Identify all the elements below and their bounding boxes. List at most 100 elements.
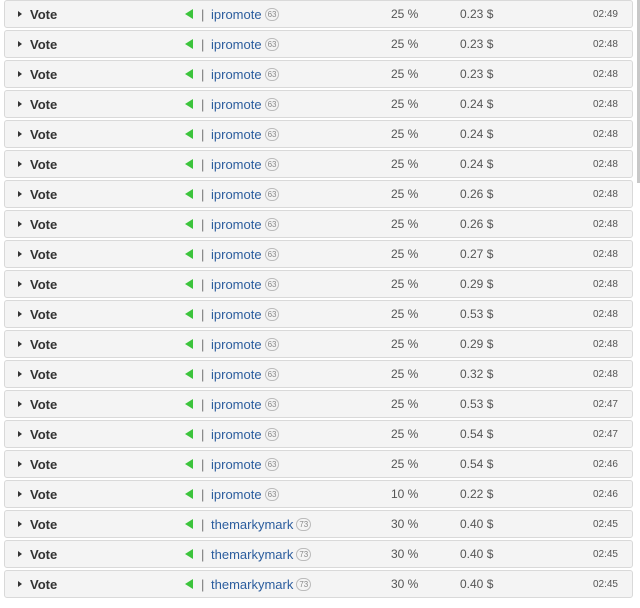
voter-link[interactable]: ipromote: [211, 481, 262, 508]
voter-link[interactable]: ipromote: [211, 1, 262, 28]
vote-row[interactable]: Vote | themarkymark 73 30 % 0.40 $ 02:45: [4, 570, 633, 598]
vote-row[interactable]: Vote | ipromote 63 25 % 0.32 $ 02:48: [4, 360, 633, 388]
caret-right-icon[interactable]: [18, 251, 22, 257]
caret-right-icon[interactable]: [18, 521, 22, 527]
vote-row[interactable]: Vote | ipromote 63 25 % 0.53 $ 02:48: [4, 300, 633, 328]
voter-link-wrap: ipromote 63: [211, 481, 280, 508]
vote-label[interactable]: Vote: [30, 61, 57, 88]
vote-row[interactable]: Vote | ipromote 63 25 % 0.29 $ 02:48: [4, 330, 633, 358]
caret-right-icon[interactable]: [18, 341, 22, 347]
voter-link[interactable]: ipromote: [211, 271, 262, 298]
caret-right-icon[interactable]: [18, 581, 22, 587]
caret-right-icon[interactable]: [18, 401, 22, 407]
vote-label[interactable]: Vote: [30, 301, 57, 328]
vote-weight: 30 %: [391, 577, 419, 591]
vote-row[interactable]: Vote | ipromote 63 25 % 0.24 $ 02:48: [4, 150, 633, 178]
voter-link[interactable]: ipromote: [211, 31, 262, 58]
vote-time: 02:48: [592, 339, 618, 350]
vote-row[interactable]: Vote | ipromote 63 25 % 0.24 $ 02:48: [4, 90, 633, 118]
vote-label[interactable]: Vote: [30, 1, 57, 28]
vote-label[interactable]: Vote: [30, 511, 57, 538]
voter-link[interactable]: ipromote: [211, 91, 262, 118]
vote-row[interactable]: Vote | themarkymark 73 30 % 0.40 $ 02:45: [4, 510, 633, 538]
vote-label[interactable]: Vote: [30, 571, 57, 598]
vote-list: Vote | ipromote 63 25 % 0.23 $ 02:49 Vot…: [4, 0, 633, 598]
voter-link[interactable]: themarkymark: [211, 511, 293, 538]
voter-link[interactable]: ipromote: [211, 151, 262, 178]
voter-link[interactable]: themarkymark: [211, 571, 293, 598]
caret-right-icon[interactable]: [18, 431, 22, 437]
voter-link[interactable]: ipromote: [211, 181, 262, 208]
vote-row[interactable]: Vote | ipromote 63 25 % 0.53 $ 02:47: [4, 390, 633, 418]
caret-right-icon[interactable]: [18, 311, 22, 317]
separator: |: [201, 187, 205, 202]
vote-time: 02:48: [592, 99, 618, 110]
caret-right-icon[interactable]: [18, 131, 22, 137]
vote-weight: 25 %: [391, 457, 419, 471]
vote-row[interactable]: Vote | ipromote 63 25 % 0.24 $ 02:48: [4, 120, 633, 148]
caret-right-icon[interactable]: [18, 551, 22, 557]
voter-link[interactable]: ipromote: [211, 421, 262, 448]
vote-amount: 0.53 $: [460, 397, 494, 411]
voter-link-wrap: ipromote 63: [211, 91, 280, 118]
vote-label[interactable]: Vote: [30, 481, 57, 508]
vote-row[interactable]: Vote | ipromote 63 25 % 0.23 $ 02:48: [4, 30, 633, 58]
vote-label[interactable]: Vote: [30, 121, 57, 148]
caret-right-icon[interactable]: [18, 11, 22, 17]
vote-row[interactable]: Vote | themarkymark 73 30 % 0.40 $ 02:45: [4, 540, 633, 568]
voter-link[interactable]: ipromote: [211, 361, 262, 388]
vote-label[interactable]: Vote: [30, 421, 57, 448]
voter-link[interactable]: ipromote: [211, 301, 262, 328]
caret-right-icon[interactable]: [18, 221, 22, 227]
vote-row[interactable]: Vote | ipromote 63 25 % 0.26 $ 02:48: [4, 180, 633, 208]
caret-right-icon[interactable]: [18, 71, 22, 77]
voter-link-wrap: ipromote 63: [211, 181, 280, 208]
vote-label[interactable]: Vote: [30, 271, 57, 298]
vote-label[interactable]: Vote: [30, 241, 57, 268]
vote-label[interactable]: Vote: [30, 211, 57, 238]
caret-right-icon[interactable]: [18, 41, 22, 47]
vote-label[interactable]: Vote: [30, 541, 57, 568]
voter-link[interactable]: ipromote: [211, 61, 262, 88]
vote-label[interactable]: Vote: [30, 331, 57, 358]
separator: |: [201, 547, 205, 562]
vote-row[interactable]: Vote | ipromote 63 25 % 0.27 $ 02:48: [4, 240, 633, 268]
reputation-badge: 63: [264, 38, 280, 51]
vote-row[interactable]: Vote | ipromote 63 25 % 0.54 $ 02:46: [4, 450, 633, 478]
vote-row[interactable]: Vote | ipromote 63 10 % 0.22 $ 02:46: [4, 480, 633, 508]
upvote-arrow-icon: [185, 369, 193, 379]
caret-right-icon[interactable]: [18, 191, 22, 197]
vote-label[interactable]: Vote: [30, 151, 57, 178]
vote-amount: 0.26 $: [460, 187, 494, 201]
voter-link[interactable]: ipromote: [211, 121, 262, 148]
vote-label[interactable]: Vote: [30, 391, 57, 418]
voter-link[interactable]: ipromote: [211, 331, 262, 358]
reputation-badge: 63: [264, 368, 280, 381]
voter-link[interactable]: ipromote: [211, 211, 262, 238]
reputation-badge: 63: [264, 188, 280, 201]
vote-label[interactable]: Vote: [30, 31, 57, 58]
vote-label[interactable]: Vote: [30, 91, 57, 118]
vote-weight: 30 %: [391, 517, 419, 531]
vote-label[interactable]: Vote: [30, 451, 57, 478]
vote-row[interactable]: Vote | ipromote 63 25 % 0.29 $ 02:48: [4, 270, 633, 298]
caret-right-icon[interactable]: [18, 161, 22, 167]
caret-right-icon[interactable]: [18, 371, 22, 377]
caret-right-icon[interactable]: [18, 281, 22, 287]
vote-amount: 0.40 $: [460, 517, 494, 531]
vote-row[interactable]: Vote | ipromote 63 25 % 0.23 $ 02:48: [4, 60, 633, 88]
upvote-arrow-icon: [185, 399, 193, 409]
vote-label[interactable]: Vote: [30, 361, 57, 388]
vote-row[interactable]: Vote | ipromote 63 25 % 0.26 $ 02:48: [4, 210, 633, 238]
voter-link[interactable]: ipromote: [211, 451, 262, 478]
voter-link[interactable]: ipromote: [211, 241, 262, 268]
voter-link[interactable]: ipromote: [211, 391, 262, 418]
vote-row[interactable]: Vote | ipromote 63 25 % 0.23 $ 02:49: [4, 0, 633, 28]
caret-right-icon[interactable]: [18, 491, 22, 497]
caret-right-icon[interactable]: [18, 101, 22, 107]
vote-label[interactable]: Vote: [30, 181, 57, 208]
vote-row[interactable]: Vote | ipromote 63 25 % 0.54 $ 02:47: [4, 420, 633, 448]
caret-right-icon[interactable]: [18, 461, 22, 467]
upvote-arrow-icon: [185, 279, 193, 289]
voter-link[interactable]: themarkymark: [211, 541, 293, 568]
